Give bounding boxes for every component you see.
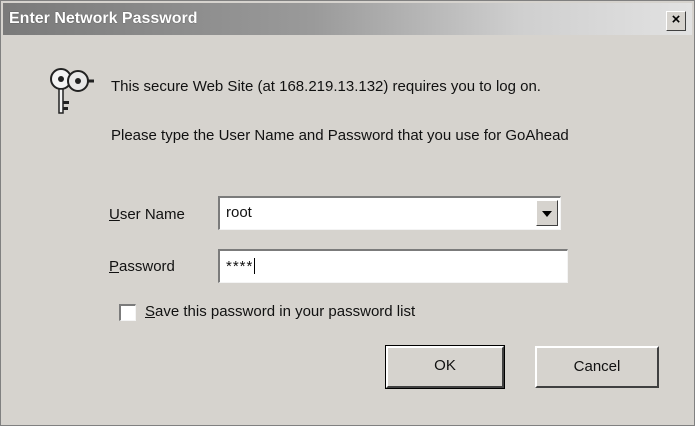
save-password-checkbox[interactable] — [119, 304, 136, 321]
user-name-combobox[interactable]: root — [218, 196, 561, 230]
password-label: Password — [109, 258, 175, 275]
password-value: **** — [226, 258, 256, 275]
network-password-dialog: Enter Network Password × This secure Web… — [0, 0, 695, 426]
keys-icon — [50, 68, 94, 114]
password-field[interactable]: **** — [218, 249, 568, 283]
chevron-down-icon — [542, 211, 552, 217]
user-name-value: root — [226, 204, 252, 221]
user-name-dropdown-button[interactable] — [536, 200, 558, 226]
secure-site-message: This secure Web Site (at 168.219.13.132)… — [111, 78, 541, 95]
user-name-label: User Name — [109, 206, 185, 223]
text-caret — [254, 258, 256, 274]
close-button[interactable]: × — [666, 11, 686, 31]
save-password-label[interactable]: Save this password in your password list — [145, 303, 415, 320]
instruction-message: Please type the User Name and Password t… — [111, 127, 569, 144]
close-icon: × — [671, 11, 681, 28]
dialog-title: Enter Network Password — [9, 10, 198, 27]
cancel-button[interactable]: Cancel — [535, 346, 659, 388]
ok-button[interactable]: OK — [385, 345, 505, 389]
title-bar[interactable]: Enter Network Password × — [3, 3, 692, 35]
